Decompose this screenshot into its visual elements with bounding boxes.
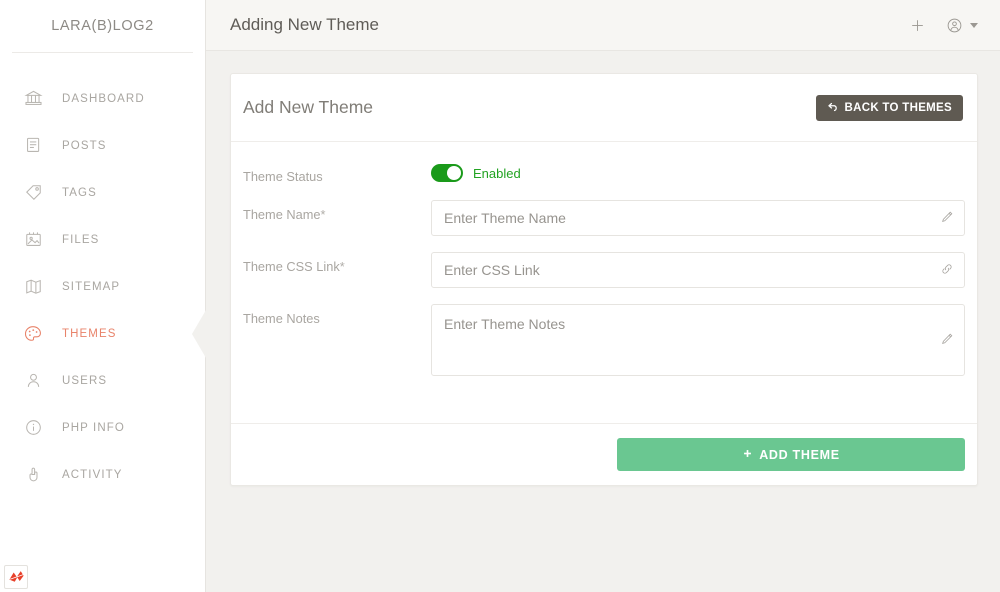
card-header: Add New Theme BACK TO THEMES <box>231 74 977 142</box>
sidebar-item-activity[interactable]: ACTIVITY <box>0 451 205 498</box>
add-theme-label: ADD THEME <box>759 448 840 462</box>
chevron-down-icon <box>970 23 978 28</box>
card-title: Add New Theme <box>243 97 373 118</box>
theme-css-link-label-text: Theme CSS Link <box>243 259 340 274</box>
sidebar-nav: DASHBOARD POSTS <box>0 71 205 498</box>
back-arrow-icon <box>827 100 839 115</box>
theme-css-link-input[interactable] <box>431 252 965 288</box>
theme-name-input[interactable] <box>431 200 965 236</box>
sidebar-item-label: ACTIVITY <box>62 469 123 481</box>
sidebar-item-label: FILES <box>62 234 99 246</box>
theme-name-label-text: Theme Name <box>243 207 321 222</box>
sidebar-item-dashboard[interactable]: DASHBOARD <box>0 75 205 122</box>
form-row-status: Theme Status Enabled <box>243 162 965 184</box>
active-pointer-indicator <box>192 310 206 358</box>
theme-css-link-field <box>431 252 965 288</box>
theme-name-label: Theme Name* <box>243 200 431 222</box>
back-to-themes-label: BACK TO THEMES <box>845 102 953 114</box>
sidebar-item-label: TAGS <box>62 187 97 199</box>
required-marker: * <box>321 207 326 222</box>
page-title: Adding New Theme <box>230 15 379 35</box>
theme-notes-input[interactable] <box>431 304 965 376</box>
sidebar-item-label: SITEMAP <box>62 281 120 293</box>
laravel-logo-icon <box>4 565 28 589</box>
topbar: Adding New Theme <box>206 0 1000 51</box>
theme-css-link-label: Theme CSS Link* <box>243 252 431 274</box>
theme-notes-field <box>431 304 965 381</box>
theme-name-field <box>431 200 965 236</box>
tag-icon <box>20 180 46 206</box>
sidebar-item-label: DASHBOARD <box>62 93 145 105</box>
user-icon <box>20 368 46 394</box>
sidebar-item-php-info[interactable]: PHP INFO <box>0 404 205 451</box>
sidebar-item-label: PHP INFO <box>62 422 125 434</box>
user-menu[interactable] <box>946 17 978 34</box>
sidebar-divider <box>12 52 193 53</box>
plus-icon <box>742 448 753 462</box>
sidebar-item-sitemap[interactable]: SITEMAP <box>0 263 205 310</box>
sidebar-item-label: USERS <box>62 375 107 387</box>
sidebar-item-users[interactable]: USERS <box>0 357 205 404</box>
sidebar-item-tags[interactable]: TAGS <box>0 169 205 216</box>
sidebar-item-label: POSTS <box>62 140 106 152</box>
pointing-hand-icon <box>20 462 46 488</box>
add-theme-button[interactable]: ADD THEME <box>617 438 965 471</box>
document-icon <box>20 133 46 159</box>
topbar-actions <box>909 17 978 34</box>
palette-icon <box>20 321 46 347</box>
theme-status-field: Enabled <box>431 162 965 182</box>
sidebar-item-label: THEMES <box>62 328 117 340</box>
app-root: LARA(B)LOG2 DASHBOARD <box>0 0 1000 592</box>
bank-icon <box>20 86 46 112</box>
map-icon <box>20 274 46 300</box>
toggle-knob <box>447 166 461 180</box>
theme-notes-label-text: Theme Notes <box>243 311 320 326</box>
form-row-theme-notes: Theme Notes <box>243 304 965 381</box>
card-footer: ADD THEME <box>231 423 977 485</box>
theme-status-value: Enabled <box>473 166 521 181</box>
info-circle-icon <box>20 415 46 441</box>
plus-icon[interactable] <box>909 17 926 34</box>
sidebar: LARA(B)LOG2 DASHBOARD <box>0 0 206 592</box>
theme-notes-label: Theme Notes <box>243 304 431 326</box>
content-area: Add New Theme BACK TO THEMES Them <box>206 51 1000 486</box>
theme-status-toggle-wrap: Enabled <box>431 162 965 182</box>
theme-status-label: Theme Status <box>243 162 431 184</box>
back-to-themes-button[interactable]: BACK TO THEMES <box>816 95 964 121</box>
brand-title: LARA(B)LOG2 <box>0 0 205 52</box>
theme-status-toggle[interactable] <box>431 164 463 182</box>
card-body: Theme Status Enabled Them <box>231 142 977 423</box>
sidebar-item-posts[interactable]: POSTS <box>0 122 205 169</box>
image-icon <box>20 227 46 253</box>
required-marker: * <box>340 259 345 274</box>
main-area: Adding New Theme <box>206 0 1000 592</box>
add-theme-card: Add New Theme BACK TO THEMES Them <box>230 73 978 486</box>
sidebar-item-themes[interactable]: THEMES <box>0 310 205 357</box>
user-circle-icon <box>946 17 963 34</box>
sidebar-item-files[interactable]: FILES <box>0 216 205 263</box>
form-row-css-link: Theme CSS Link* <box>243 252 965 288</box>
form-row-theme-name: Theme Name* <box>243 200 965 236</box>
